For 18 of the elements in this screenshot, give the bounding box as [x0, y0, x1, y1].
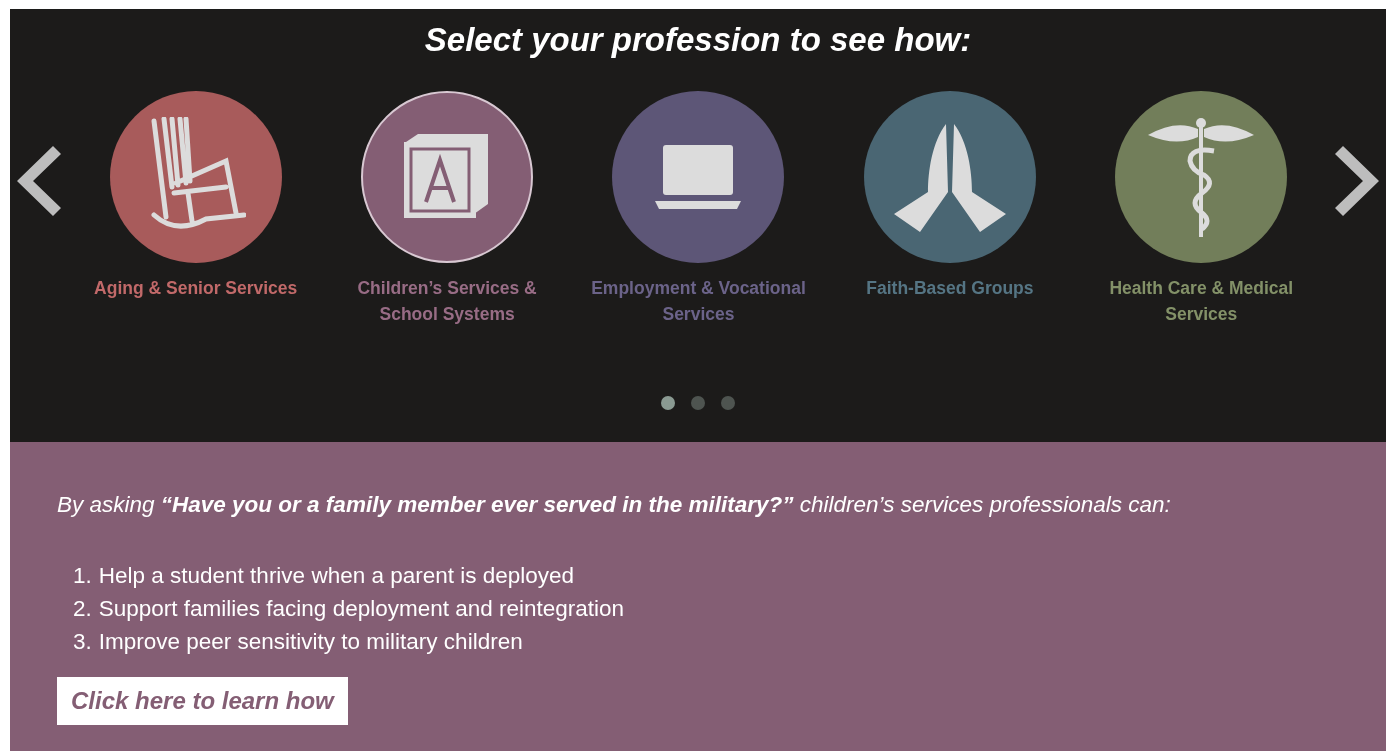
profession-link[interactable]: Aging & Senior Services: [94, 275, 298, 301]
carousel-title: Select your profession to see how:: [424, 21, 972, 59]
page-dot[interactable]: [721, 396, 735, 410]
profession-link[interactable]: Employment & Vocational Services: [583, 275, 814, 327]
profession-link[interactable]: Faith-Based Groups: [866, 275, 1034, 301]
profession-link[interactable]: Health Care & Medical Services: [1086, 275, 1317, 327]
learn-how-button[interactable]: Click here to learn how: [57, 677, 348, 725]
list-number: 2.: [73, 596, 92, 622]
list-item-text: Help a student thrive when a parent is deployed: [98, 563, 575, 589]
list-number: 1.: [73, 563, 92, 589]
laptop-icon: [653, 143, 744, 211]
page-dot[interactable]: [661, 396, 675, 410]
intro-text: By asking “Have you or a family member ever served in the military?” children’s services professionals can:: [57, 492, 1172, 518]
list-item-text: Improve peer sensitivity to military children: [98, 629, 523, 655]
profession-link[interactable]: Children’s Services & School Systems: [332, 275, 563, 327]
list-number: 3.: [73, 629, 92, 655]
list-item-text: Support families facing deployment and reintegration: [98, 596, 625, 622]
page-dot[interactable]: [691, 396, 705, 410]
